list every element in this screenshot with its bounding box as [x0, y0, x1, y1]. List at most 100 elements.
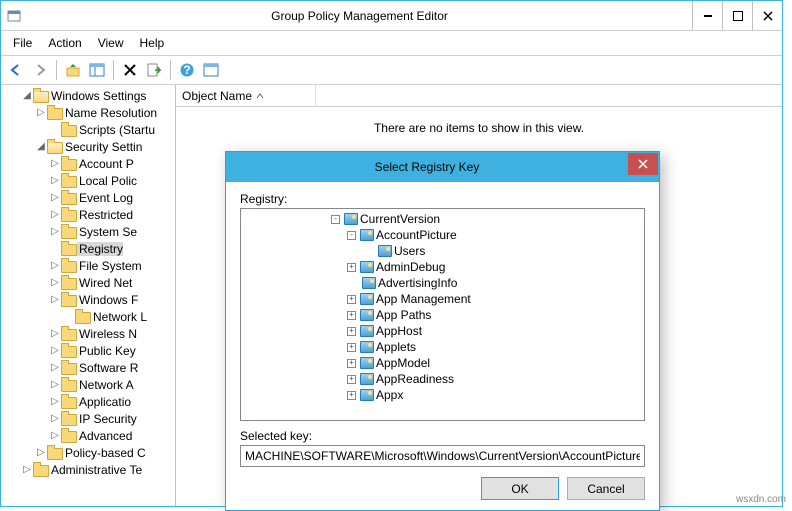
- tree-pane[interactable]: ◢Windows Settings▷Name Resolution Scripts…: [1, 85, 176, 506]
- registry-tree-item[interactable]: +Applets: [243, 339, 642, 355]
- tree-item[interactable]: ▷Software R: [1, 359, 175, 376]
- expand-icon[interactable]: ▷: [49, 362, 61, 373]
- expand-icon[interactable]: +: [347, 375, 356, 384]
- tree-item[interactable]: ▷ Account P: [1, 155, 175, 172]
- tree-item[interactable]: ▷File System: [1, 257, 175, 274]
- registry-key-icon: [360, 357, 374, 369]
- maximize-button[interactable]: [722, 1, 752, 30]
- registry-tree-item[interactable]: +AppReadiness: [243, 371, 642, 387]
- menu-view[interactable]: View: [92, 34, 130, 52]
- folder-icon: [61, 225, 77, 239]
- expand-icon[interactable]: ▷: [49, 192, 61, 203]
- minimize-button[interactable]: [692, 1, 722, 30]
- menu-help[interactable]: Help: [134, 34, 171, 52]
- registry-key-icon: [360, 229, 374, 241]
- close-button[interactable]: [752, 1, 782, 30]
- expand-icon[interactable]: ▷: [49, 226, 61, 237]
- tree-item[interactable]: ▷Restricted: [1, 206, 175, 223]
- expand-icon[interactable]: +: [347, 263, 356, 272]
- registry-tree-item[interactable]: AdvertisingInfo: [243, 275, 642, 291]
- help-button[interactable]: ?: [176, 59, 198, 81]
- expand-icon[interactable]: +: [347, 343, 356, 352]
- tree-item[interactable]: ▷Advanced: [1, 427, 175, 444]
- expand-icon[interactable]: +: [347, 359, 356, 368]
- expand-icon[interactable]: ▷: [49, 175, 61, 186]
- tree-item-label: Network A: [77, 378, 134, 392]
- tree-item[interactable]: ▷Event Log: [1, 189, 175, 206]
- tree-item[interactable]: ▷Local Polic: [1, 172, 175, 189]
- expand-icon[interactable]: ▷: [49, 260, 61, 271]
- tree-item[interactable]: ▷Administrative Te: [1, 461, 175, 478]
- delete-button[interactable]: [119, 59, 141, 81]
- expand-icon[interactable]: ▷: [35, 447, 47, 458]
- tree-item-label: Public Key: [77, 344, 136, 358]
- registry-tree-item[interactable]: +AppModel: [243, 355, 642, 371]
- tree-item[interactable]: ▷Name Resolution: [1, 104, 175, 121]
- tree-item[interactable]: ▷ Windows F: [1, 291, 175, 308]
- menu-action[interactable]: Action: [42, 34, 87, 52]
- tree-item[interactable]: ▷Wired Net: [1, 274, 175, 291]
- registry-tree-item[interactable]: +App Management: [243, 291, 642, 307]
- tree-item[interactable]: ▷Policy-based C: [1, 444, 175, 461]
- registry-tree-item[interactable]: -AccountPicture: [243, 227, 642, 243]
- expand-icon[interactable]: ▷: [49, 209, 61, 220]
- show-hide-button[interactable]: [86, 59, 108, 81]
- tree-item-label: Scripts (Startu: [77, 123, 155, 137]
- svg-text:?: ?: [183, 63, 190, 77]
- dialog-close-button[interactable]: [628, 153, 658, 175]
- tree-item[interactable]: ◢Windows Settings: [1, 87, 175, 104]
- expand-icon[interactable]: +: [347, 391, 356, 400]
- tree-item[interactable]: Registry: [1, 240, 175, 257]
- expand-icon[interactable]: ▷: [21, 464, 33, 475]
- tree-item[interactable]: Network L: [1, 308, 175, 325]
- expand-icon[interactable]: ▷: [49, 345, 61, 356]
- expand-icon[interactable]: +: [347, 327, 356, 336]
- ok-button[interactable]: OK: [481, 477, 559, 500]
- menu-file[interactable]: File: [7, 34, 38, 52]
- tree-item-label: Account P: [77, 157, 134, 171]
- folder-icon: [47, 140, 63, 154]
- registry-key-label: AdminDebug: [376, 260, 445, 274]
- column-object-name: Object Name: [176, 85, 316, 106]
- expand-icon[interactable]: ▷: [49, 413, 61, 424]
- expand-icon[interactable]: ◢: [35, 141, 47, 152]
- expand-icon[interactable]: ▷: [49, 430, 61, 441]
- tree-item[interactable]: ▷System Se: [1, 223, 175, 240]
- tree-item[interactable]: ▷IP Security: [1, 410, 175, 427]
- registry-tree-item[interactable]: +App Paths: [243, 307, 642, 323]
- tree-item-label: Windows F: [77, 293, 138, 307]
- tree-item[interactable]: ▷ Public Key: [1, 342, 175, 359]
- export-button[interactable]: [143, 59, 165, 81]
- expand-icon[interactable]: +: [347, 295, 356, 304]
- forward-button[interactable]: [29, 59, 51, 81]
- collapse-icon[interactable]: -: [347, 231, 356, 240]
- expand-icon[interactable]: ▷: [35, 107, 47, 118]
- tree-item[interactable]: ▷Applicatio: [1, 393, 175, 410]
- registry-tree-item[interactable]: +Appx: [243, 387, 642, 403]
- menubar: File Action View Help: [1, 31, 782, 56]
- cancel-button[interactable]: Cancel: [567, 477, 645, 500]
- expand-icon[interactable]: ▷: [49, 158, 61, 169]
- expand-icon[interactable]: +: [347, 311, 356, 320]
- registry-tree-item[interactable]: +AppHost: [243, 323, 642, 339]
- registry-tree-item[interactable]: + AdminDebug: [243, 259, 642, 275]
- tree-item[interactable]: ▷ Network A: [1, 376, 175, 393]
- list-header[interactable]: Object Name: [176, 85, 782, 107]
- tree-item[interactable]: ▷Wireless N: [1, 325, 175, 342]
- tree-item[interactable]: Scripts (Startu: [1, 121, 175, 138]
- collapse-icon[interactable]: -: [331, 215, 340, 224]
- expand-icon[interactable]: ▷: [49, 277, 61, 288]
- expand-icon[interactable]: ▷: [49, 379, 61, 390]
- expand-icon[interactable]: ▷: [49, 294, 61, 305]
- expand-icon[interactable]: ▷: [49, 396, 61, 407]
- properties-button[interactable]: [200, 59, 222, 81]
- expand-icon[interactable]: ◢: [21, 90, 33, 101]
- selected-key-input[interactable]: [240, 445, 645, 467]
- tree-item[interactable]: ◢Security Settin: [1, 138, 175, 155]
- up-button[interactable]: [62, 59, 84, 81]
- registry-tree-item[interactable]: Users: [243, 243, 642, 259]
- expand-icon[interactable]: ▷: [49, 328, 61, 339]
- registry-tree[interactable]: -CurrentVersion-AccountPictureUsers + Admi…: [240, 208, 645, 421]
- registry-tree-item[interactable]: -CurrentVersion: [243, 211, 642, 227]
- back-button[interactable]: [5, 59, 27, 81]
